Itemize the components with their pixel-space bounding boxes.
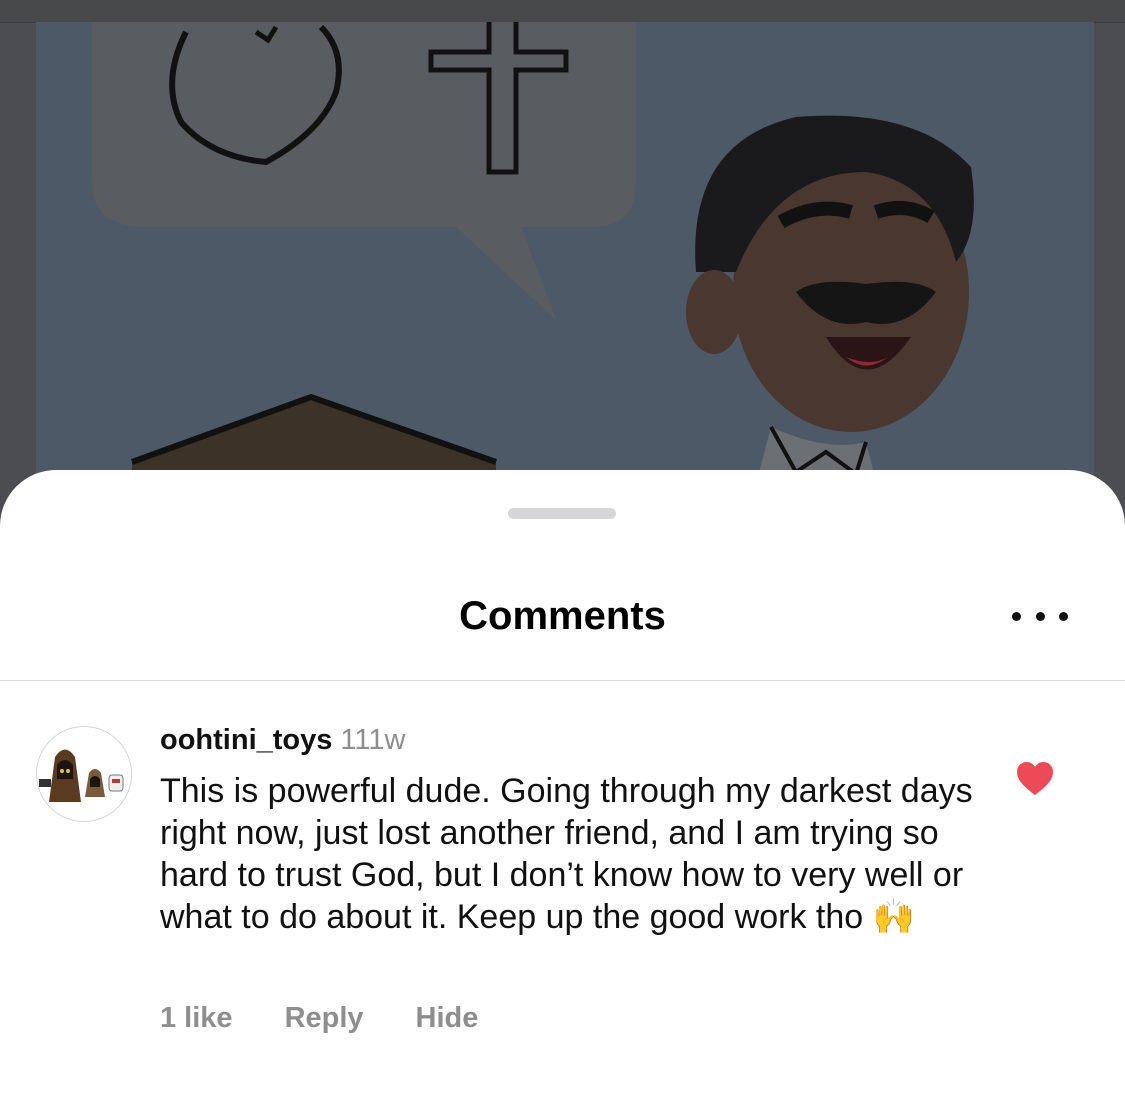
sheet-title: Comments bbox=[459, 594, 666, 638]
sheet-drag-handle[interactable] bbox=[508, 508, 616, 519]
avatar[interactable] bbox=[36, 726, 132, 822]
liked-heart-icon[interactable] bbox=[1015, 760, 1055, 796]
avatar-image bbox=[37, 727, 131, 821]
header-divider bbox=[0, 680, 1125, 681]
reply-button[interactable]: Reply bbox=[285, 1002, 364, 1035]
top-bar bbox=[0, 0, 1125, 23]
likes-count[interactable]: 1 like bbox=[160, 1002, 233, 1035]
more-options-icon[interactable] bbox=[1012, 606, 1068, 626]
comment-actions: 1 like Reply Hide bbox=[160, 1002, 478, 1035]
comment-username[interactable]: oohtini_toys bbox=[160, 724, 332, 756]
comment-author-line: oohtini_toys 111w bbox=[160, 724, 405, 757]
comment-text: This is powerful dude. Going through my … bbox=[160, 772, 973, 936]
hide-button[interactable]: Hide bbox=[416, 1002, 479, 1035]
comment-timestamp: 111w bbox=[340, 724, 406, 756]
comments-sheet: Comments oohtini_toys 111w This is powerf… bbox=[0, 470, 1125, 1096]
